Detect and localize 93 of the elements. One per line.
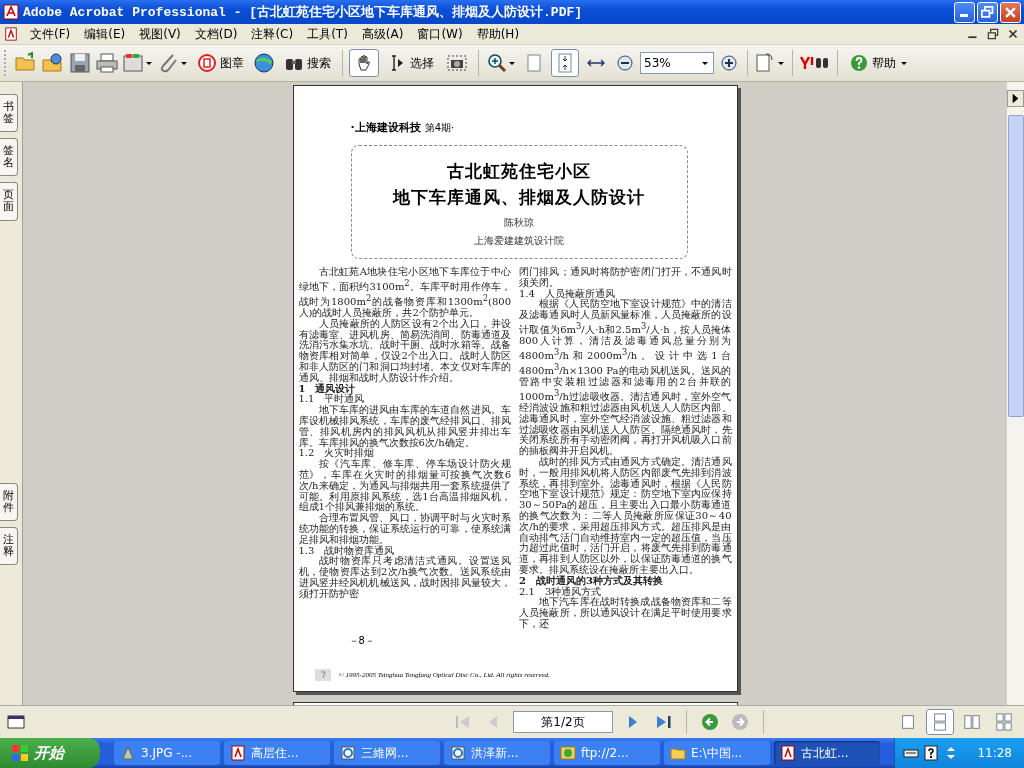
globe-mail-icon[interactable]	[252, 51, 276, 75]
organizer-icon[interactable]	[122, 51, 154, 75]
page-number-field[interactable]: 第1/2页	[513, 711, 613, 733]
fit-page-icon	[555, 53, 575, 73]
fit-page-button[interactable]	[551, 49, 579, 77]
hand-tool-button[interactable]	[349, 49, 379, 77]
section-heading: 1 通风设计	[298, 383, 356, 395]
close-button[interactable]	[1000, 1, 1021, 23]
menu-item[interactable]: 帮助(H)	[470, 25, 526, 43]
image-icon	[120, 745, 136, 761]
menu-item[interactable]: 注释(C)	[245, 25, 300, 43]
restore-icon[interactable]	[986, 27, 1000, 41]
paragraph: 战时的排风方式由通风方式确定。清洁通风时，一般用排风机将人防区内部废气先排到消波系统，再排到室外。滤毒通风时，根据《人民防空地下室设计规范》规定：防空地下室内应保持30～50Pa的超压，且主要出入口最小防毒通道的换气次数为：二等人员掩蔽所应保证30～40次/h的要求，采用超压排风方式。超压排风是由自动排气活门自动维持室内一定的超压值，当压力超过此值时，活门开启，将废气先排到防毒通道，再排到人防区以外，以保证防毒通道的换气要求。排风系统设在掩蔽所主要出入口。	[519, 457, 732, 576]
taskbar-button[interactable]: E:\中国...	[664, 741, 770, 765]
zoom-field[interactable]: 53%	[640, 52, 714, 74]
print-icon[interactable]	[95, 51, 119, 75]
paragraph: 战时物资库只考虑清洁式通风。设置送风机，使物资库达到2次/h换气次数。送风系统由进风竖井经风机机械送风，战时因排风量较大，须打开防护密	[298, 556, 511, 600]
clock: 11:28	[977, 746, 1012, 760]
paragraph: 按《汽车库、修车库、停车场设计防火规范》，车库在火灾时的排烟量可按换气次数6次/h来确定，为通风与排烟共用一套系统提供了可能。利用原排风系统，选1台高温排烟风机，组成1个排风兼排烟的系统。	[298, 459, 511, 513]
ftp-folder-icon	[560, 745, 576, 761]
page-rotate-icon[interactable]	[754, 51, 786, 75]
browser-icon	[450, 745, 466, 761]
section-heading: 2 战时通风的3种方式及其转换	[519, 575, 663, 587]
journal-name: ·上海建设科技	[350, 120, 421, 135]
select-tool-button[interactable]: 选择	[382, 49, 439, 77]
stamp-icon	[197, 53, 217, 73]
pdf-icon	[4, 27, 18, 41]
windows-logo-icon	[10, 743, 30, 763]
folder-icon	[670, 745, 686, 761]
close-icon[interactable]	[1006, 27, 1020, 41]
window-title: Adobe Acrobat Professional - [古北虹苑住宅小区地下车库通风、排烟及人防设计.PDF]	[23, 3, 584, 21]
side-tab[interactable]: 书签	[0, 94, 18, 133]
author-name: 陈秋琼	[504, 216, 534, 230]
side-tab[interactable]: 页面	[0, 182, 18, 221]
affiliation: 上海爱建建筑设计院	[474, 234, 564, 248]
paragraph: 根据《人民防空地下室设计规范》中的清洁及滤毒通风时人员新风量标准，人员掩蔽所的设计取值为6m$^{3}$/人·h和2.5m$^{3}$/人·h，按人员掩体800人计算，清洁及滤毒通风总量分别为4800m$^{3}$/h和2000m$^{3}$/h。设计中选1台4800m$^{3}$/h×1300 Pa的电动风机送风。送风的管路中安装粗过滤器和滤毒用的2台并联的1000m$^{3}$/h过滤吸收器。清洁通风时，室外空气经消波设施和粗过滤器由风机送人人防区内部。滤毒通风时，室外空气经消波设施、粗过滤器和过滤吸收器由风机送人人防区。隔绝通风时，先关闭系统所有手动密闭阀，再打开风机吸入口前的插板阀并开启风机。	[519, 299, 732, 457]
camera-icon	[447, 53, 467, 73]
page-grid-icon	[994, 713, 1014, 731]
issue-number: 第4期·	[424, 121, 455, 135]
paragraph: 人员掩蔽所的人防区设有2个出入口，并设有滤毒室、进风机房、简易洗消间、防毒通道及洗消污水集水坑、战时干厕、战时水箱等。战备物资库相对简单，仅设2个出入口。战时人防区和非人防区的门和洞口均封堵。本文仅对车库的通风、排烟和战时人防设计作介绍。	[298, 318, 511, 384]
subsection-heading: 1.2 火灾时排烟	[298, 448, 375, 459]
globe-folder-icon[interactable]	[41, 51, 65, 75]
help-icon[interactable]	[923, 745, 940, 761]
menu-item[interactable]: 高级(A)	[355, 25, 410, 43]
logo-icon	[314, 669, 331, 681]
continuous-button[interactable]	[926, 709, 954, 735]
taskbar-button[interactable]: ftp://2...	[554, 741, 660, 765]
subsection-heading: 1.3 战时物资库通风	[298, 545, 396, 556]
minimize-icon	[960, 13, 968, 17]
browser-icon	[340, 745, 356, 761]
taskbar-button[interactable]: 三維网...	[334, 741, 440, 765]
menu-item[interactable]: 文件(F)	[24, 25, 77, 43]
side-tab[interactable]: 注释	[0, 526, 18, 565]
stamp-button[interactable]: 图章	[192, 49, 249, 77]
menu-item[interactable]: 工具(T)	[301, 25, 354, 43]
taskbar-button[interactable]: 古北虹...	[774, 741, 880, 765]
scroll-thumb[interactable]	[1007, 115, 1024, 417]
menu-item[interactable]: 视图(V)	[133, 25, 187, 43]
taskbar-button[interactable]: 3.JPG -...	[114, 741, 220, 765]
menu-item[interactable]: 文档(D)	[188, 25, 244, 43]
article-title: 地下车库通风、排烟及人防设计	[393, 186, 645, 209]
panel-icon[interactable]	[6, 712, 26, 732]
back-icon[interactable]	[700, 712, 720, 732]
start-button[interactable]: 开始	[0, 738, 100, 768]
taskbar-button[interactable]: 洪泽新...	[444, 741, 550, 765]
minimize-button[interactable]	[954, 1, 975, 23]
pdf-icon	[3, 4, 19, 20]
paragraph: 地下汽车库在战时转换成战备物资库和二等人员掩蔽所，所以通风设计在满足平时使用要求下，还	[519, 597, 732, 630]
paragraph: 闭门排风；通风时将防护密闭门打开，不通风时须关闭。	[519, 267, 732, 288]
menu-item[interactable]: 窗口(W)	[411, 25, 469, 43]
facing-pages-icon	[962, 713, 982, 731]
subsection-heading: 1.1 平时通风	[298, 394, 366, 405]
save-icon[interactable]	[68, 51, 92, 75]
pdf-icon	[230, 745, 246, 761]
subsection-heading: 2.1 3种通风方式	[519, 586, 602, 597]
help-button[interactable]: 帮助	[844, 49, 914, 77]
restore-icon	[980, 4, 995, 20]
scrollbar[interactable]	[1007, 82, 1024, 705]
menu-item[interactable]: 编辑(E)	[78, 25, 132, 43]
page-icon	[524, 53, 544, 73]
pdf-icon	[780, 745, 796, 761]
taskbar-button[interactable]: 高层住...	[224, 741, 330, 765]
side-tab[interactable]: 签名	[0, 138, 18, 177]
article-title: 古北虹苑住宅小区	[447, 160, 591, 183]
help-icon	[849, 53, 869, 73]
page-number: －8－	[348, 633, 376, 648]
restore-button[interactable]	[977, 1, 998, 23]
search-button[interactable]: 搜索	[279, 49, 336, 77]
subsection-heading: 1.4 人员掩蔽所通风	[519, 288, 615, 300]
side-tab[interactable]: 附件	[0, 482, 18, 521]
zoom-in-icon[interactable]	[485, 51, 517, 75]
paragraph: 合理布置风管、风口，协调平时与火灾时系统功能的转换，保证系统运行的可靠，使系统满足排风和排烟功能。	[298, 513, 511, 546]
paragraph: 古北虹苑A地块住宅小区地下车库位于中心绿地下，面积约3100m$^{2}$。车库平时用作停车，战时为1800m$^{2}$的战备物资库和1300m$^{2}$(800人)的战时人员掩蔽所，共2个防护单元。	[298, 267, 511, 319]
